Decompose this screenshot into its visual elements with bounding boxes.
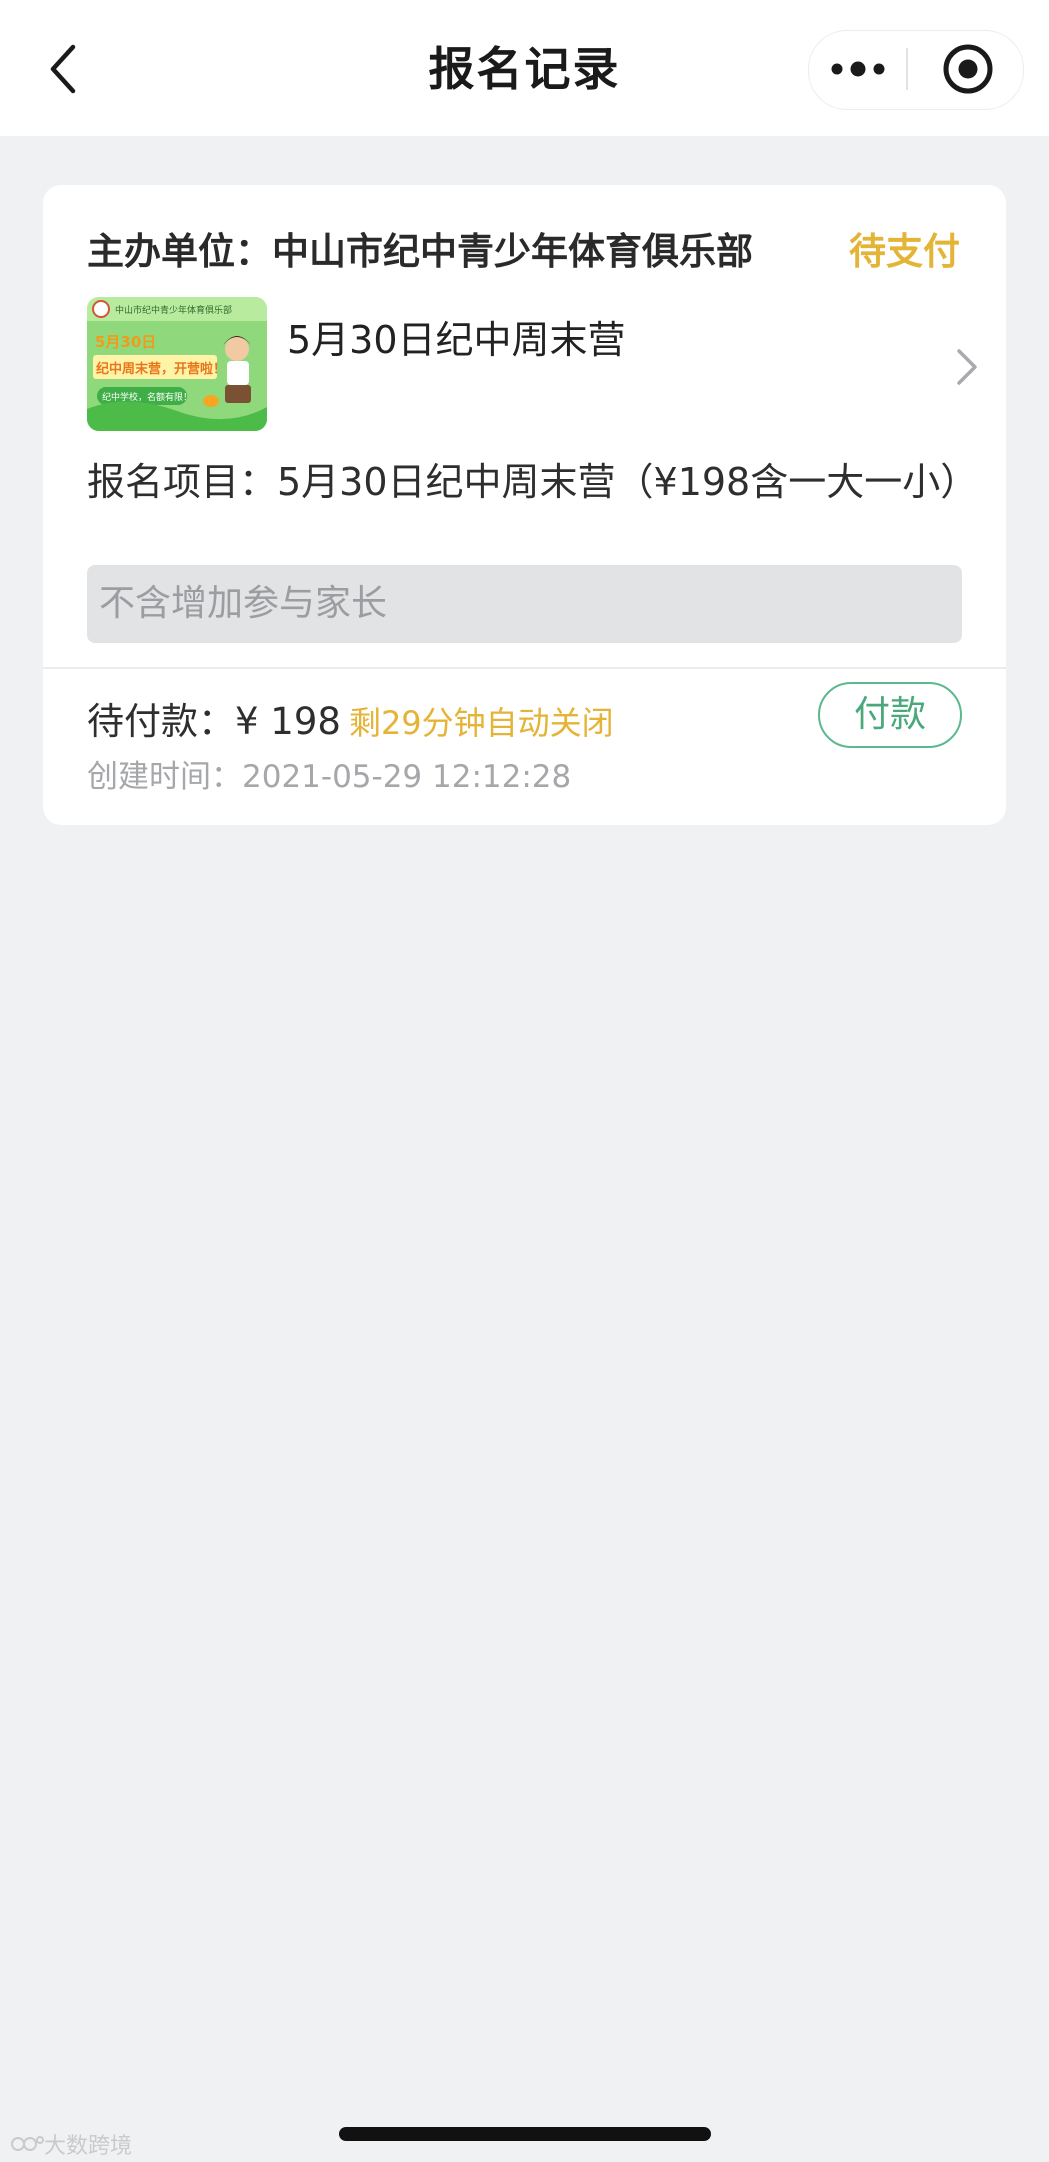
thumbnail-tag: 纪中学校，名额有限！ [102, 391, 192, 403]
thumbnail-slogan: 纪中周末营，开营啦！ [96, 361, 226, 377]
watermark-text: 大数跨境 [44, 2134, 133, 2159]
note-box: 不含增加参与家长 [87, 565, 962, 643]
event-thumbnail[interactable]: 中山市纪中青少年体育俱乐部 5月30日 纪中周末营，开营啦！ 纪中学校，名额有限… [87, 297, 267, 431]
close-mini-program-button[interactable] [932, 36, 1004, 102]
payment-line: 待付款：¥ 198 剩29分钟自动关闭 [87, 691, 614, 745]
home-indicator[interactable] [339, 2127, 711, 2141]
event-name[interactable]: 5月30日纪中周末营 [287, 309, 626, 364]
target-close-icon [943, 44, 993, 94]
created-time: 创建时间：2021-05-29 12:12:28 [87, 759, 572, 795]
watermark: 大数跨境 [10, 2128, 132, 2160]
pay-button[interactable]: 付款 [818, 682, 962, 748]
divider [43, 667, 1006, 669]
status-badge: 待支付 [849, 230, 960, 273]
note-text: 不含增加参与家长 [99, 583, 388, 624]
registration-project: 报名项目：5月30日纪中周末营（¥198含一大一小） [87, 460, 979, 504]
registration-card: 主办单位：中山市纪中青少年体育俱乐部 待支付 中山市纪中青少年体育俱乐部 5月3… [43, 185, 1006, 825]
thumbnail-header: 中山市纪中青少年体育俱乐部 [115, 304, 232, 316]
organizer-label: 主办单位：中山市纪中青少年体育俱乐部 [87, 230, 753, 273]
capsule-divider [906, 48, 908, 90]
navigation-bar: 报名记录 [0, 0, 1049, 136]
more-options-button[interactable] [818, 36, 898, 102]
pay-amount: ¥ 198 [235, 700, 341, 743]
more-dots-icon [831, 61, 885, 77]
pay-label: 待付款： [87, 700, 235, 743]
thumbnail-date: 5月30日 [95, 333, 156, 351]
chevron-right-icon[interactable] [949, 337, 985, 397]
watermark-logo-icon [11, 2136, 44, 2151]
auto-close-countdown: 剩29分钟自动关闭 [348, 704, 614, 742]
